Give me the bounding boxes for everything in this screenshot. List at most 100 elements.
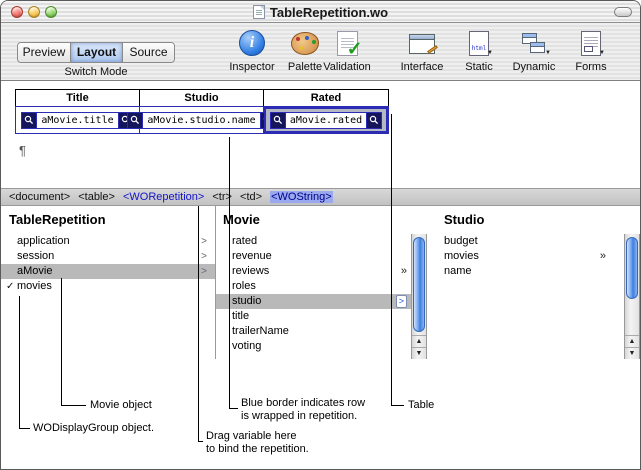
interface-icon [409,34,435,54]
interface-label: Interface [401,61,444,73]
studio-column-scrollbar[interactable]: ▲ ▼ [624,234,640,359]
path-item-document[interactable]: <document> [9,191,70,203]
table-cell-title[interactable]: aMovie.title [16,107,140,133]
interface-button[interactable]: Interface [393,27,451,73]
list-item-movies[interactable]: ✓movies [1,279,215,294]
path-item-wostring[interactable]: <WOString> [270,191,333,203]
list-item-studio[interactable]: studio> [216,294,411,309]
scrollbar-thumb[interactable] [413,237,425,332]
dynamic-icon [521,30,547,57]
tab-source[interactable]: Source [122,43,174,62]
scrollbar-thumb[interactable] [626,237,638,299]
scroll-up-button[interactable]: ▲ [625,335,639,347]
title-bar[interactable]: TableRepetition.wo [1,1,640,23]
switch-mode-label: Switch Mode [17,66,175,78]
list-item-title[interactable]: title [216,309,411,324]
binding-value: aMovie.studio.name [143,113,259,128]
table-cell-rated-selected[interactable]: aMovie.rated [264,107,388,133]
path-item-td[interactable]: <td> [240,191,262,203]
branch-arrow-icon: > [201,249,207,264]
palette-label: Palette [288,61,322,73]
list-item-reviews[interactable]: reviews» [216,264,411,279]
palette-icon [291,32,319,55]
switch-mode-group: Preview Layout Source Switch Mode [17,42,175,78]
list-item-amovie[interactable]: aMovie> [1,264,215,279]
static-button[interactable]: html ▼ Static [450,27,508,73]
forms-label: Forms [575,61,606,73]
scroll-down-button[interactable]: ▼ [412,347,426,359]
validation-icon: ✓ [337,31,358,56]
binding-value: aMovie.rated [286,113,366,128]
window-title: TableRepetition.wo [270,5,388,20]
dropdown-arrow-icon[interactable]: ▼ [599,50,605,56]
html-table-element[interactable]: Title Studio Rated aMovie.title aMovie.s… [15,89,389,134]
browser-column-tablerepetition: application> session> aMovie> ✓movies [1,234,215,294]
annotation-table: Table [408,399,434,412]
toolbar-toggle-button[interactable] [614,7,632,17]
binding-pulldown-icon[interactable] [366,113,381,128]
annotation-drag: Drag variable here to bind the repetitio… [206,430,309,456]
annotation-blue-border: Blue border indicates row is wrapped in … [241,397,365,423]
list-item-revenue[interactable]: revenue [216,249,411,264]
list-item-movies-rel[interactable]: movies» [428,249,624,264]
list-item-budget[interactable]: budget [428,234,624,249]
callout-line-drag [198,441,203,442]
list-item-voting[interactable]: voting [216,339,411,354]
document-icon [253,5,265,19]
callout-line-wodisplaygroup [19,296,20,428]
tab-preview[interactable]: Preview [18,43,70,62]
callout-line-table [391,405,404,406]
annotation-wodisplaygroup: WODisplayGroup object. [33,422,154,435]
table-cell-studio[interactable]: aMovie.studio.name [140,107,264,133]
callout-line-drag [198,206,199,441]
wostring-binding-studio[interactable]: aMovie.studio.name [127,112,275,129]
to-many-arrow-icon: » [401,264,407,279]
browser-header-tablerepetition: TableRepetition [9,212,106,227]
dynamic-button[interactable]: ▼ Dynamic [505,27,563,73]
static-label: Static [465,61,493,73]
object-browser: TableRepetition Movie Studio application… [1,206,640,359]
browser-header-studio: Studio [444,212,484,227]
dropdown-arrow-icon[interactable]: ▼ [545,50,551,56]
callout-line-blue-border [229,137,230,408]
inspector-label: Inspector [229,61,274,73]
table-header-title[interactable]: Title [16,90,140,106]
list-item-name[interactable]: name [428,264,624,279]
list-item-application[interactable]: application> [1,234,215,249]
table-header-row: Title Studio Rated [15,89,389,107]
path-item-worepetition[interactable]: <WORepetition> [123,191,204,203]
scroll-down-button[interactable]: ▼ [625,347,639,359]
title-group: TableRepetition.wo [1,1,640,23]
callout-line-blue-border [229,408,238,409]
table-header-studio[interactable]: Studio [140,90,264,106]
repetition-row[interactable]: aMovie.title aMovie.studio.name aMovie.r… [15,106,389,134]
element-path-bar: <document> <table> <WORepetition> <tr> <… [1,188,640,206]
validation-button[interactable]: ✓ Validation [318,27,376,73]
tab-layout[interactable]: Layout [70,43,122,62]
layout-editor[interactable]: Title Studio Rated aMovie.title aMovie.s… [1,81,640,188]
list-item-session[interactable]: session> [1,249,215,264]
path-item-table[interactable]: <table> [78,191,115,203]
table-header-rated[interactable]: Rated [264,90,388,106]
checkmark-icon: ✓ [347,38,363,61]
dropdown-arrow-icon[interactable]: ▼ [487,50,493,56]
binding-pulldown-icon[interactable] [128,113,143,128]
movie-column-scrollbar[interactable]: ▲ ▼ [411,234,427,359]
static-icon: html [469,31,489,56]
scroll-up-button[interactable]: ▲ [412,335,426,347]
binding-value: aMovie.title [37,113,117,128]
branch-arrow-icon: > [396,295,407,308]
list-item-roles[interactable]: roles [216,279,411,294]
inspector-icon: i [239,30,265,56]
inspector-button[interactable]: i Inspector [223,27,281,73]
list-item-rated[interactable]: rated [216,234,411,249]
webobjects-builder-window: TableRepetition.wo Preview Layout Source… [0,0,641,470]
forms-button[interactable]: ▼ Forms [562,27,620,73]
binding-pulldown-icon[interactable] [22,113,37,128]
list-item-trailername[interactable]: trailerName [216,324,411,339]
browser-column-studio: budget movies» name [428,234,624,279]
wostring-binding-rated[interactable]: aMovie.rated [270,112,382,129]
wostring-binding-title[interactable]: aMovie.title [21,112,133,129]
binding-pulldown-icon[interactable] [271,113,286,128]
forms-icon [581,31,601,56]
